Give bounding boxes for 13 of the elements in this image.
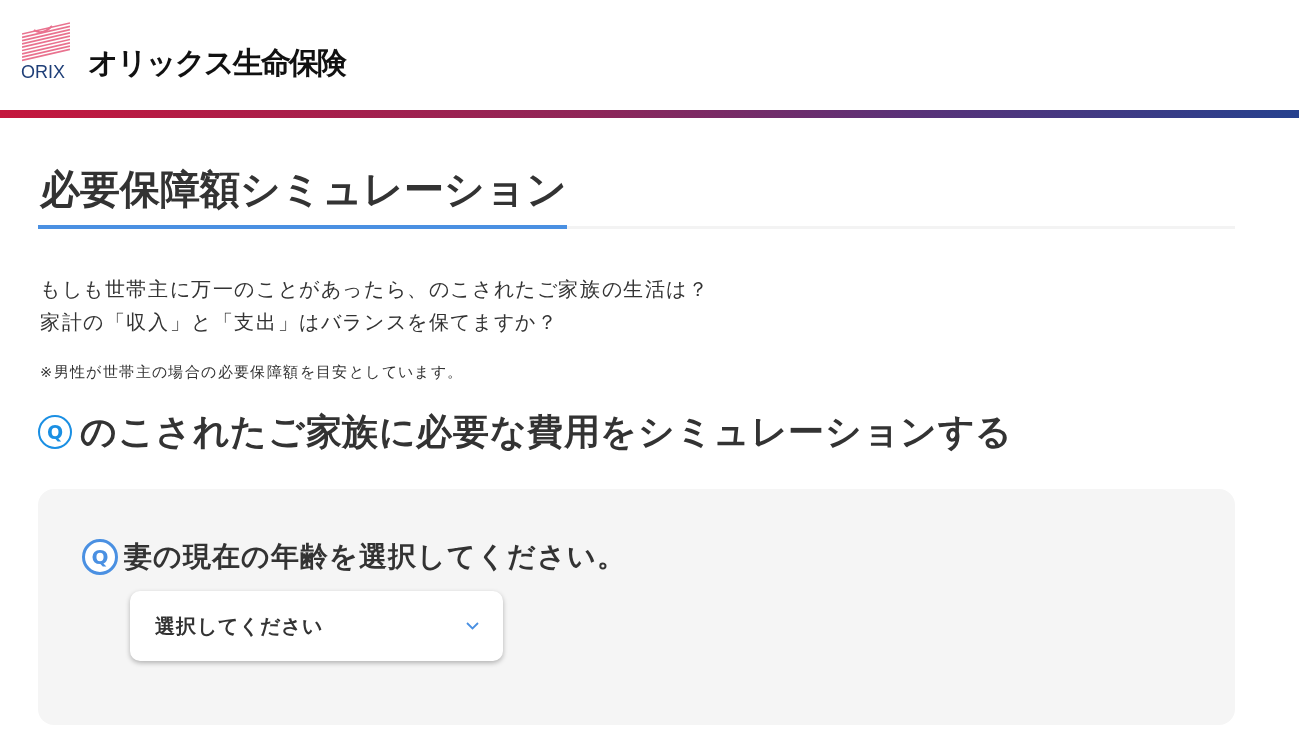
chevron-down-icon: [466, 622, 479, 630]
q-badge: Q: [38, 415, 72, 449]
section-heading: のこされたご家族に必要な費用をシミュレーションする: [80, 410, 1013, 454]
age-select[interactable]: 選択してください: [130, 591, 503, 661]
logo-wordmark: ORIX: [21, 62, 65, 82]
q-badge: Q: [82, 539, 118, 575]
question-text: 妻の現在の年齢を選択してください。: [124, 539, 626, 575]
striped-logo-mark-icon: [22, 22, 70, 62]
note-text: ※男性が世帯主の場合の必要保障額を目安としています。: [39, 363, 465, 382]
page-title: 必要保障額シミュレーション: [38, 161, 567, 229]
company-name: オリックス生命保険: [88, 45, 345, 81]
intro-text: 家計の「収入」と「支出」はバランスを保てますか？: [39, 309, 560, 336]
intro-text: もしも世帯主に万一のことがあったら、のこされたご家族の生活は？: [39, 276, 711, 303]
